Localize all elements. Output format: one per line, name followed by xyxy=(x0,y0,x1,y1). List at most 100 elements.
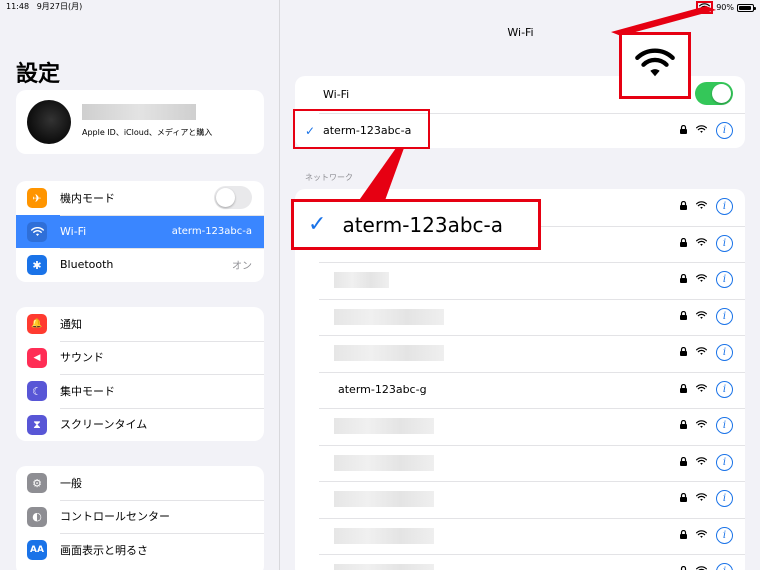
info-icon[interactable]: i xyxy=(716,417,733,434)
avatar xyxy=(27,100,71,144)
bluetooth-value: オン xyxy=(232,261,252,273)
network-row[interactable]: i xyxy=(295,554,745,570)
network-row[interactable]: i xyxy=(295,444,745,482)
sidebar-item-focus[interactable]: ☾ 集中モード xyxy=(16,374,264,408)
network-row[interactable]: i xyxy=(295,408,745,445)
speaker-icon: ◀ xyxy=(27,347,47,368)
network-icons: i xyxy=(680,234,733,252)
network-icons: i xyxy=(680,271,733,288)
wifi-settings-pane: 90% Wi-Fi Wi-Fi ✓ aterm-123abc-a i ネットワー… xyxy=(281,0,760,570)
notifications-group: 🔔 通知 ◀ サウンド ☾ 集中モード ⧗ スクリーンタイム xyxy=(16,307,264,441)
callout-network-zoom: ✓ aterm-123abc-a xyxy=(291,199,541,250)
lock-icon xyxy=(680,383,687,396)
apple-id-subtitle: Apple ID、iCloud、メディアと購入 xyxy=(82,128,213,137)
general-group: ⚙ 一般 ◐ コントロールセンター AA 画面表示と明るさ xyxy=(16,466,264,570)
lock-icon xyxy=(680,124,687,137)
wifi-signal-icon xyxy=(696,565,707,570)
lock-icon xyxy=(680,529,687,542)
sidebar-item-label: 機内モード xyxy=(60,191,115,205)
sidebar-item-notifications[interactable]: 🔔 通知 xyxy=(16,307,264,341)
info-icon[interactable]: i xyxy=(716,198,733,215)
network-icons: i xyxy=(680,563,733,570)
sidebar-item-bluetooth[interactable]: ✱ Bluetooth オン xyxy=(16,248,264,282)
sidebar-item-wifi[interactable]: Wi-Fi aterm-123abc-a xyxy=(16,214,264,248)
sidebar-item-label: 一般 xyxy=(60,476,82,490)
network-row[interactable]: i xyxy=(295,262,745,299)
wifi-network-value: aterm-123abc-a xyxy=(171,225,252,237)
info-icon[interactable]: i xyxy=(716,490,733,507)
moon-icon: ☾ xyxy=(27,381,47,401)
network-row[interactable]: aterm-123abc-g i xyxy=(295,371,745,409)
wifi-icon xyxy=(27,221,47,242)
battery-icon xyxy=(737,3,756,12)
connectivity-group: ✈ 機内モード Wi-Fi aterm-123abc-a ✱ Bluetooth… xyxy=(16,181,264,282)
sidebar-item-display[interactable]: AA 画面表示と明るさ xyxy=(16,533,264,567)
info-icon[interactable]: i xyxy=(716,234,733,252)
network-icons: i xyxy=(680,198,733,215)
wifi-signal-icon xyxy=(696,273,707,286)
highlight-connected-network xyxy=(293,109,430,149)
network-row[interactable]: i xyxy=(295,517,745,555)
time: 11:48 xyxy=(6,2,30,11)
callout-network-name: aterm-123abc-a xyxy=(342,212,504,237)
airplane-toggle[interactable] xyxy=(214,186,252,209)
sidebar-item-screen-time[interactable]: ⧗ スクリーンタイム xyxy=(16,407,264,442)
wifi-label: Wi-Fi xyxy=(323,87,350,101)
info-icon[interactable]: i xyxy=(716,271,733,288)
status-time: 11:48 9月27日(月) xyxy=(6,1,82,12)
network-icons: i xyxy=(680,380,733,398)
lock-icon xyxy=(680,310,687,323)
checkmark-icon: ✓ xyxy=(308,212,327,237)
apple-id-card[interactable]: Apple ID、iCloud、メディアと購入 xyxy=(16,90,264,154)
info-icon[interactable]: i xyxy=(716,526,733,544)
sidebar-item-general[interactable]: ⚙ 一般 xyxy=(16,466,264,500)
text-size-icon: AA xyxy=(27,540,47,560)
info-icon[interactable]: i xyxy=(716,344,733,361)
network-name: aterm-123abc-g xyxy=(338,383,427,397)
bell-icon: 🔔 xyxy=(27,314,47,334)
sidebar-item-airplane[interactable]: ✈ 機内モード xyxy=(16,181,264,215)
wifi-signal-icon xyxy=(696,529,707,542)
network-row[interactable]: i xyxy=(295,335,745,372)
lock-icon xyxy=(680,565,687,570)
user-name-blurred xyxy=(82,104,196,120)
info-icon[interactable]: i xyxy=(716,380,733,398)
info-icon[interactable]: i xyxy=(716,563,733,570)
network-icons: i xyxy=(680,307,733,325)
info-icon[interactable]: i xyxy=(716,307,733,325)
sidebar-item-sounds[interactable]: ◀ サウンド xyxy=(16,340,264,375)
lock-icon xyxy=(680,237,687,250)
network-name-blurred xyxy=(334,491,434,508)
network-name-blurred xyxy=(334,308,444,325)
wifi-signal-icon xyxy=(696,419,707,432)
wifi-signal-icon xyxy=(696,237,707,250)
network-icons: i xyxy=(680,344,733,361)
info-icon[interactable]: i xyxy=(716,121,733,139)
network-icons: i xyxy=(680,453,733,471)
sidebar-item-label: コントロールセンター xyxy=(60,510,170,524)
network-row[interactable]: i xyxy=(295,481,745,518)
wifi-toggle[interactable] xyxy=(695,82,733,105)
network-icons: i xyxy=(680,417,733,434)
network-row[interactable]: i xyxy=(295,298,745,336)
network-name-blurred xyxy=(334,345,444,362)
date: 9月27日(月) xyxy=(36,2,83,11)
sidebar: 11:48 9月27日(月) 設定 Apple ID、iCloud、メディアと購… xyxy=(0,0,280,570)
settings-title: 設定 xyxy=(16,62,61,87)
network-icons: i xyxy=(680,526,733,544)
network-icons: i xyxy=(680,121,733,139)
network-name-blurred xyxy=(334,272,389,289)
lock-icon xyxy=(680,200,687,213)
network-name-blurred xyxy=(334,454,434,471)
wifi-signal-icon xyxy=(696,492,707,505)
sidebar-item-label: サウンド xyxy=(60,351,104,365)
gear-icon: ⚙ xyxy=(27,473,47,493)
wifi-signal-icon xyxy=(696,200,707,213)
wifi-signal-icon xyxy=(696,124,707,137)
info-icon[interactable]: i xyxy=(716,453,733,471)
wifi-status-icon-large xyxy=(635,48,675,84)
wifi-signal-icon xyxy=(696,310,707,323)
sidebar-item-label: Wi-Fi xyxy=(60,224,87,238)
sidebar-item-control-center[interactable]: ◐ コントロールセンター xyxy=(16,499,264,534)
wifi-signal-icon xyxy=(696,383,707,396)
